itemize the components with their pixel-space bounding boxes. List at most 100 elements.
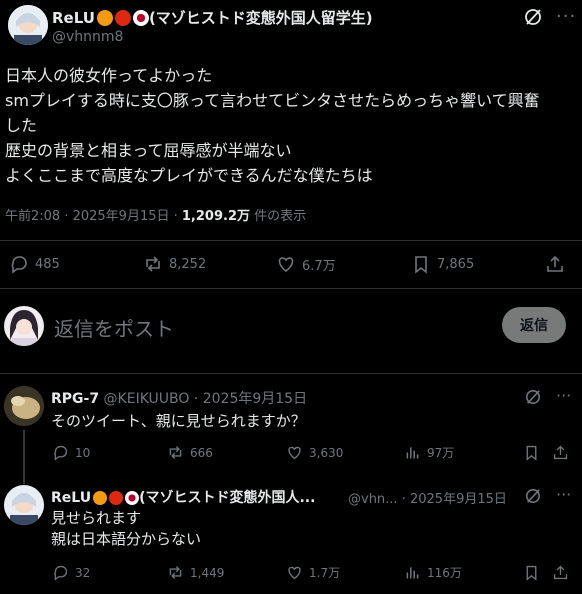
reply-avatar[interactable]: [4, 485, 44, 525]
grok-icon[interactable]: [525, 389, 541, 405]
avatar-image: [8, 5, 48, 45]
reply-author-name[interactable]: ReLU: [51, 490, 91, 506]
grok-icon[interactable]: [524, 8, 542, 26]
reply-text: そのツイート、親に見せられますか？: [51, 412, 306, 430]
post-line: smプレイする時に支〇豚って言わせてビンタさせたらめっちゃ響いて興奮: [5, 91, 540, 110]
divider: [0, 288, 582, 289]
post-line: 歴史の背景と相まって屈辱感が半端ない: [5, 141, 292, 160]
japan-flag-icon: [125, 491, 140, 505]
reply-button[interactable]: 485: [9, 254, 60, 274]
views-button[interactable]: 116万: [404, 564, 462, 581]
reply-handle[interactable]: @KEIKUUBO: [104, 391, 190, 407]
avatar[interactable]: [8, 5, 48, 45]
reply-count: 32: [75, 565, 91, 580]
repost-icon: [169, 566, 182, 579]
post-timestamp[interactable]: 午前2:08 · 2025年9月15日 ·: [5, 209, 182, 224]
share-button[interactable]: [552, 564, 569, 581]
avatar-image: [4, 386, 44, 426]
reply-author-name[interactable]: RPG-7: [51, 391, 99, 407]
share-icon: [553, 445, 568, 460]
orange-emoji-icon: [93, 491, 108, 505]
reply-button[interactable]: 10: [52, 444, 90, 461]
reply-date[interactable]: · 2025年9月15日: [402, 492, 507, 507]
share-icon: [553, 565, 568, 580]
reply-header: RPG-7 @KEIKUUBO · 2025年9月15日: [51, 388, 307, 408]
reply-submit-label: 返信: [520, 318, 548, 334]
view-count: 1,209.2万: [181, 209, 250, 224]
reply-text: 見せられます 親は日本語分からない: [51, 508, 201, 550]
reply-icon: [54, 445, 68, 461]
grok-icon[interactable]: [525, 488, 541, 504]
like-button[interactable]: 3,630: [286, 444, 343, 461]
post-text: 日本人の彼女作ってよかった smプレイする時に支〇豚って言わせてビンタさせたらめ…: [5, 63, 580, 188]
share-button[interactable]: [552, 444, 569, 461]
repost-count: 8,252: [169, 256, 207, 272]
bookmark-button[interactable]: [523, 564, 540, 581]
bookmark-icon: [415, 256, 427, 274]
like-count: 3,630: [309, 445, 344, 460]
reply-avatar[interactable]: [4, 386, 44, 426]
views-button[interactable]: 97万: [404, 444, 454, 461]
china-flag-icon: [109, 491, 124, 505]
share-icon: [547, 255, 563, 272]
post-meta: 午前2:08 · 2025年9月15日 · 1,209.2万 件の表示: [5, 205, 306, 224]
more-options-icon[interactable]: ···: [556, 386, 571, 405]
reply-meta: @vhn... · 2025年9月15日: [348, 488, 507, 507]
views-count: 116万: [427, 566, 462, 580]
reply-submit-button[interactable]: 返信: [502, 307, 566, 343]
view-count-label: 件の表示: [250, 209, 307, 224]
heart-icon: [288, 446, 301, 460]
divider: [0, 373, 582, 374]
share-button[interactable]: [545, 254, 565, 274]
reply-icon: [54, 565, 68, 581]
avatar-image: [4, 485, 44, 525]
reply-author-suffix[interactable]: (マゾヒストド変態外国人...: [139, 490, 315, 506]
reply-date[interactable]: · 2025年9月15日: [194, 391, 307, 407]
repost-count: 666: [190, 445, 213, 460]
repost-icon: [169, 446, 182, 459]
author-name[interactable]: ReLU: [52, 9, 95, 27]
analytics-icon: [406, 447, 419, 459]
reply-line: 親は日本語分からない: [51, 530, 202, 548]
reply-count: 485: [35, 256, 60, 272]
repost-button[interactable]: 8,252: [143, 254, 206, 274]
bookmark-button[interactable]: [523, 444, 540, 461]
repost-icon: [146, 256, 160, 272]
divider: [0, 240, 582, 241]
more-options-icon[interactable]: ···: [556, 6, 576, 27]
author-handle[interactable]: @vhnnm8: [52, 29, 123, 45]
like-button[interactable]: 1.7万: [286, 564, 340, 581]
avatar-image: [4, 306, 44, 346]
bookmark-icon: [526, 445, 537, 461]
like-count: 6.7万: [302, 258, 336, 274]
author-row: ReLU (マゾヒストド変態外国人留学生): [52, 7, 373, 28]
heart-icon: [288, 566, 301, 580]
reply-input[interactable]: 返信をポスト: [54, 313, 484, 342]
more-options-icon[interactable]: ···: [556, 485, 571, 504]
like-button[interactable]: 6.7万: [276, 254, 336, 274]
orange-emoji-icon: [96, 10, 113, 26]
author-suffix[interactable]: (マゾヒストド変態外国人留学生): [149, 9, 373, 27]
post-line: した: [5, 116, 38, 135]
my-avatar[interactable]: [4, 306, 44, 346]
post-line: 日本人の彼女作ってよかった: [5, 66, 213, 85]
reply-count: 10: [75, 445, 91, 460]
reply-header: ReLU (マゾヒストド変態外国人...: [51, 487, 315, 507]
reply-handle[interactable]: @vhn...: [348, 492, 398, 507]
reply-icon: [11, 256, 27, 274]
views-count: 97万: [427, 446, 455, 460]
post-line: よくここまで高度なプレイができるんだな僕たちは: [5, 166, 373, 185]
repost-count: 1,449: [190, 565, 225, 580]
repost-button[interactable]: 666: [167, 444, 213, 461]
reply-line: 見せられます: [51, 509, 142, 527]
like-count: 1.7万: [309, 566, 341, 580]
bookmark-icon: [526, 565, 537, 581]
china-flag-icon: [114, 10, 131, 26]
reply-button[interactable]: 32: [52, 564, 90, 581]
repost-button[interactable]: 1,449: [167, 564, 224, 581]
heart-icon: [278, 257, 294, 273]
bookmark-count: 7,865: [437, 256, 475, 272]
bookmark-button[interactable]: 7,865: [411, 254, 474, 274]
japan-flag-icon: [132, 10, 149, 26]
analytics-icon: [406, 567, 419, 579]
